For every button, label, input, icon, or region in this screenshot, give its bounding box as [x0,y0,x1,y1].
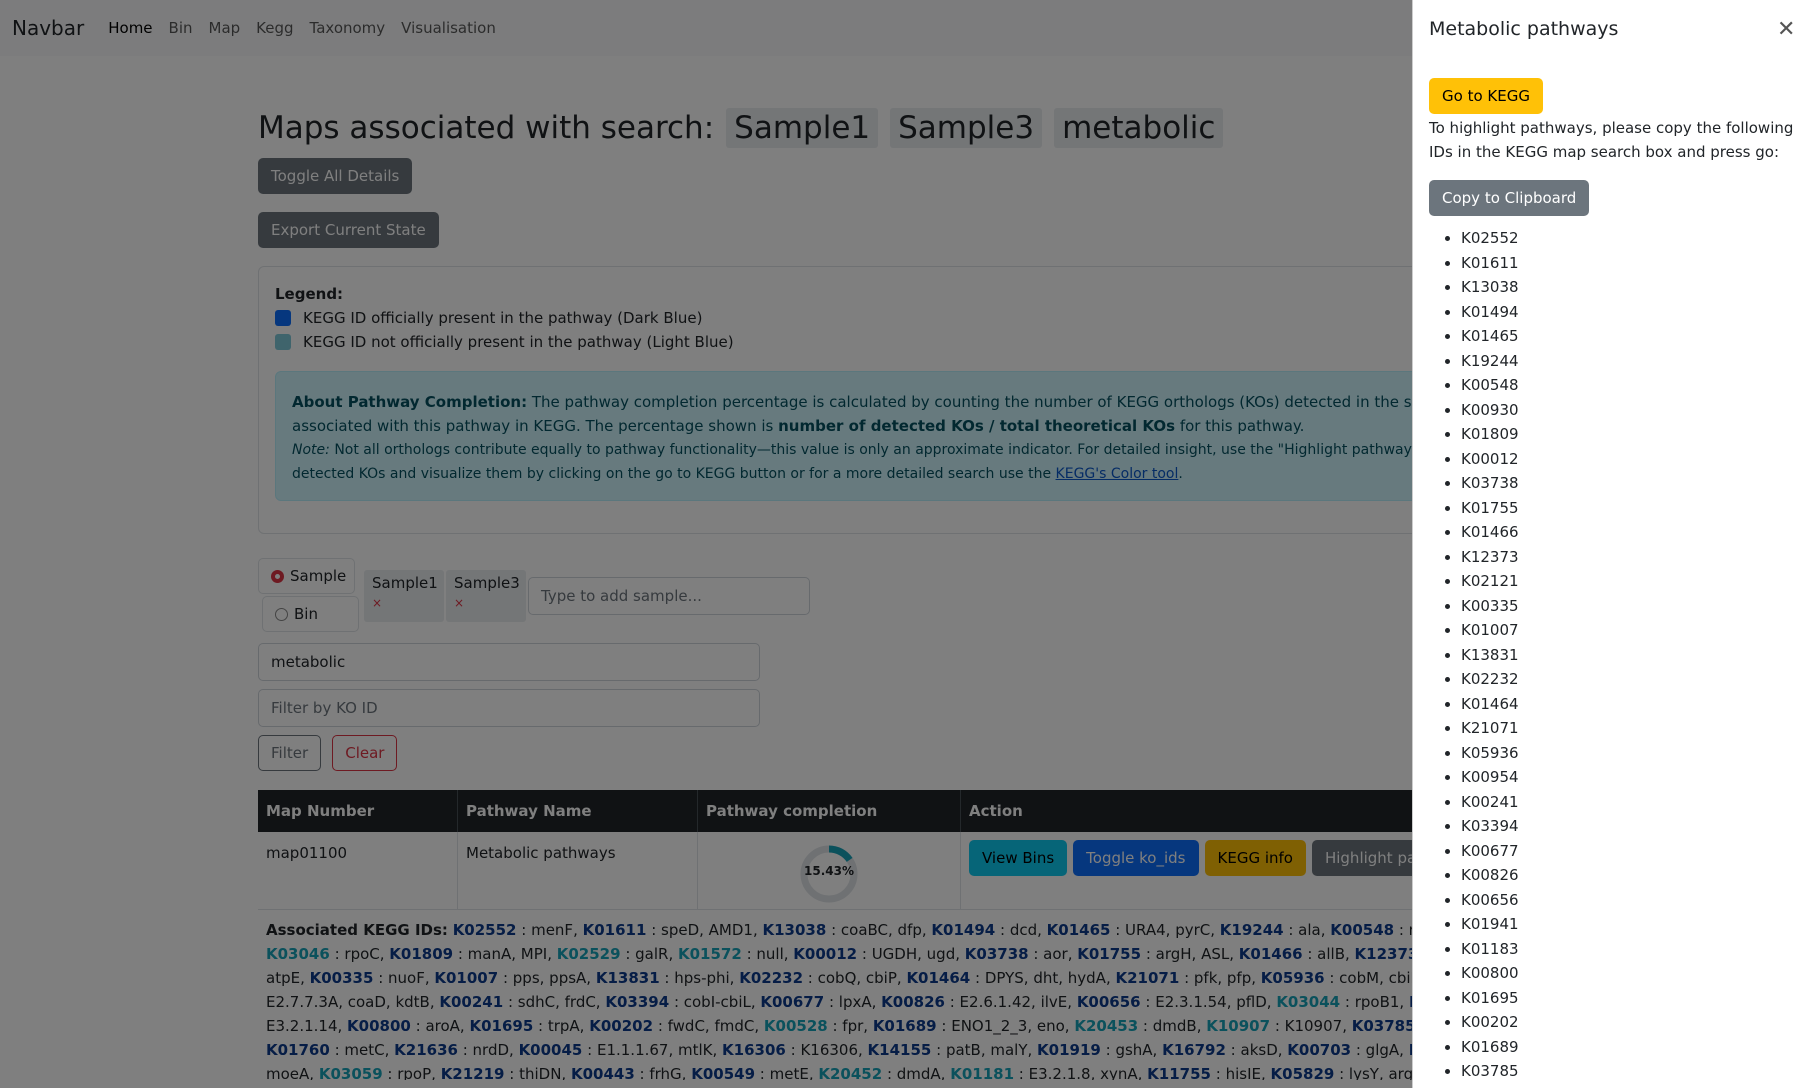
ko-id-item: K00930 [1461,398,1519,423]
ko-id-item: K01494 [1461,300,1519,325]
ko-id-item: K00548 [1461,373,1519,398]
ko-id-item: K03738 [1461,471,1519,496]
ko-id-item: K00826 [1461,863,1519,888]
ko-id-item: K00335 [1461,594,1519,619]
ko-id-item: K01695 [1461,986,1519,1011]
ko-id-item: K03394 [1461,814,1519,839]
ko-id-item: K02232 [1461,667,1519,692]
ko-id-item: K21071 [1461,716,1519,741]
ko-id-item: K01941 [1461,912,1519,937]
ko-id-item: K12373 [1461,545,1519,570]
ko-id-item: K00241 [1461,790,1519,815]
ko-id-item: K01689 [1461,1035,1519,1060]
ko-id-item: K00202 [1461,1010,1519,1035]
ko-id-item: K01755 [1461,496,1519,521]
page: Navbar Home Bin Map Kegg Taxonomy Visual… [0,0,1811,1088]
ko-id-item: K02121 [1461,569,1519,594]
go-to-kegg-button[interactable]: Go to KEGG [1429,78,1543,114]
ko-id-list: K02552K01611K13038K01494K01465K19244K005… [1461,226,1519,1084]
ko-id-item: K05936 [1461,741,1519,766]
ko-id-item: K00677 [1461,839,1519,864]
ko-id-item: K13831 [1461,643,1519,668]
ko-id-item: K01183 [1461,937,1519,962]
copy-to-clipboard-button[interactable]: Copy to Clipboard [1429,180,1590,216]
ko-id-item: K01466 [1461,520,1519,545]
offcanvas-instructions: To highlight pathways, please copy the f… [1429,119,1794,161]
ko-id-item: K02552 [1461,226,1519,251]
close-icon[interactable]: ✕ [1777,18,1795,42]
ko-id-item: K01611 [1461,251,1519,276]
offcanvas-title: Metabolic pathways [1429,18,1619,40]
ko-id-item: K03785 [1461,1059,1519,1084]
ko-id-item: K01809 [1461,422,1519,447]
ko-id-item: K00012 [1461,447,1519,472]
ko-id-item: K01464 [1461,692,1519,717]
ko-id-item: K00954 [1461,765,1519,790]
offcanvas-panel: Metabolic pathways ✕ Go to KEGG To highl… [1412,0,1811,1088]
ko-id-item: K01465 [1461,324,1519,349]
ko-id-item: K01007 [1461,618,1519,643]
ko-id-item: K13038 [1461,275,1519,300]
ko-id-item: K00800 [1461,961,1519,986]
ko-id-item: K19244 [1461,349,1519,374]
ko-id-item: K00656 [1461,888,1519,913]
